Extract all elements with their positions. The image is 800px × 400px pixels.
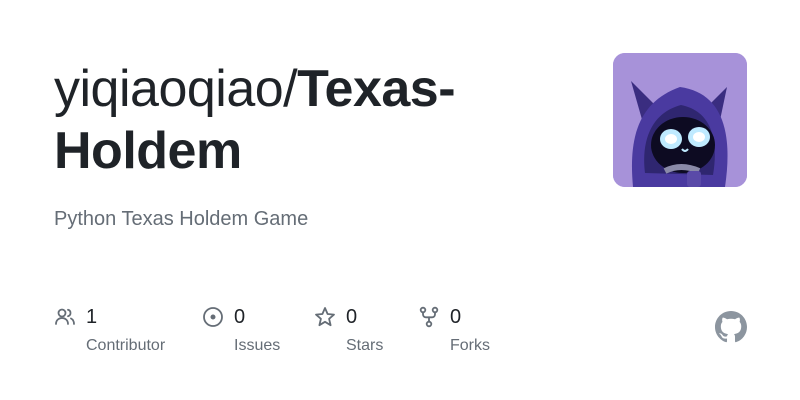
forks-count: 0 (450, 305, 462, 328)
stat-issues[interactable]: 0 Issues (202, 304, 280, 355)
issues-count: 0 (234, 305, 246, 328)
repo-title[interactable]: yiqiaoqiao/Texas-Holdem (54, 58, 594, 182)
stat-forks[interactable]: 0 Forks (418, 304, 490, 355)
contributors-label: Contributor (86, 337, 166, 354)
repo-owner[interactable]: yiqiaoqiao/ (54, 60, 298, 118)
stars-label: Stars (346, 337, 384, 354)
people-icon (54, 306, 76, 328)
owner-avatar[interactable] (613, 53, 747, 187)
repo-description: Python Texas Holdem Game (54, 208, 309, 230)
stat-contributors[interactable]: 1 Contributor (54, 304, 165, 355)
fork-icon (418, 306, 440, 328)
forks-label: Forks (450, 337, 490, 354)
stars-count: 0 (346, 305, 358, 328)
star-icon (314, 306, 336, 328)
issues-label: Issues (234, 337, 281, 354)
issue-icon (202, 306, 224, 328)
github-icon[interactable] (715, 311, 747, 343)
stat-stars[interactable]: 0 Stars (314, 304, 383, 355)
contributors-count: 1 (86, 305, 98, 328)
